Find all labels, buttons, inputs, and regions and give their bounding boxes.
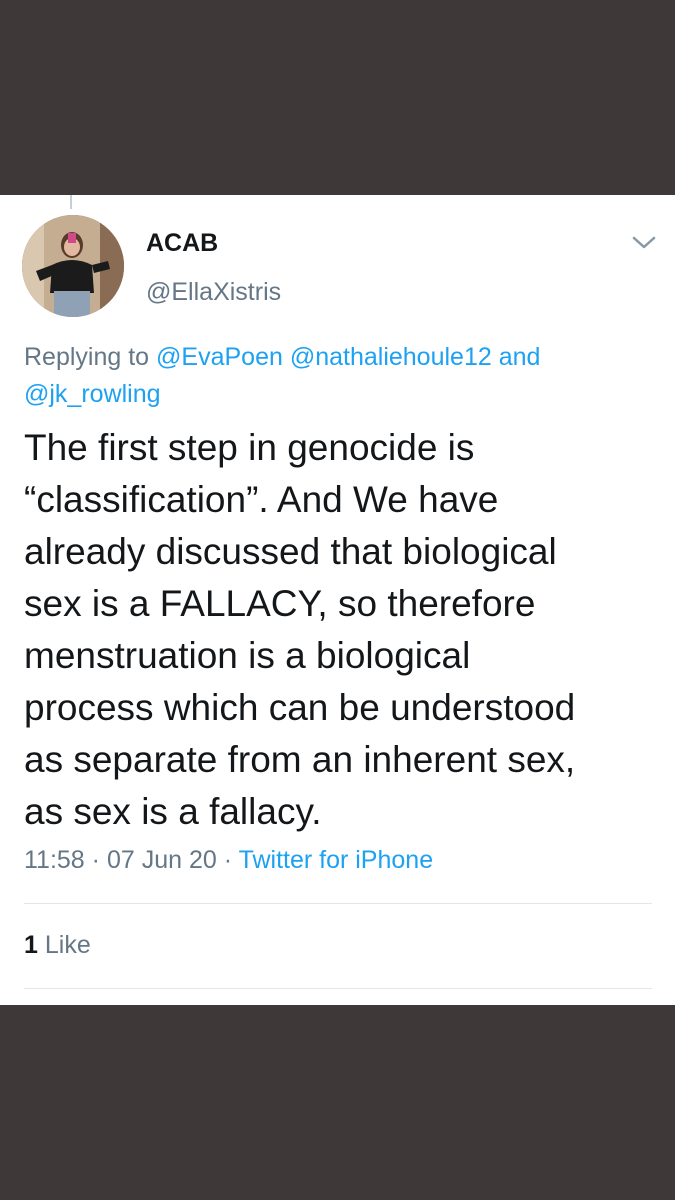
reply-mentions-link[interactable]: @EvaPoen @nathaliehoule12: [156, 343, 492, 371]
tweet-text: The first step in genocide is “classific…: [24, 422, 664, 838]
tweet-text-line: sex is a FALLACY, so therefore: [24, 583, 536, 624]
tweet-text-line: as separate from an inherent sex,: [24, 739, 576, 780]
tweet-text-line: “classification”. And We have: [24, 479, 499, 520]
user-handle[interactable]: @EllaXistris: [146, 278, 281, 307]
meta-separator: ·: [223, 846, 233, 874]
divider: [24, 903, 652, 904]
display-name[interactable]: ACAB: [146, 229, 218, 258]
tweet-text-line: as sex is a fallacy.: [24, 791, 322, 832]
chevron-down-icon[interactable]: [630, 233, 658, 253]
replying-to: Replying to @EvaPoen @nathaliehoule12 an…: [24, 339, 644, 413]
like-label: Like: [44, 931, 91, 959]
thread-connector-line: [70, 195, 72, 209]
tweet-text-line: process which can be understood: [24, 687, 576, 728]
likes-stat[interactable]: 1 Like: [24, 931, 91, 960]
tweet-text-line: menstruation is a biological: [24, 635, 471, 676]
reply-and-link[interactable]: and: [499, 343, 541, 371]
like-count: 1: [24, 931, 38, 959]
divider: [24, 988, 652, 989]
tweet-text-line: The first step in genocide is: [24, 427, 475, 468]
tweet-metadata: 11:58 · 07 Jun 20 · Twitter for iPhone: [24, 846, 433, 875]
meta-separator: ·: [91, 846, 100, 874]
replying-prefix: Replying to: [24, 343, 150, 371]
tweet-source-link[interactable]: Twitter for iPhone: [239, 846, 434, 874]
reply-mention-jk-rowling[interactable]: @jk_rowling: [24, 380, 161, 408]
avatar[interactable]: [22, 215, 124, 317]
tweet-text-line: already discussed that biological: [24, 531, 557, 572]
tweet-time[interactable]: 11:58: [24, 846, 85, 874]
tweet-date[interactable]: 07 Jun 20: [107, 846, 217, 874]
tweet-card: ACAB @EllaXistris Replying to @EvaPoen @…: [0, 195, 675, 1005]
avatar-photo: [22, 215, 124, 317]
